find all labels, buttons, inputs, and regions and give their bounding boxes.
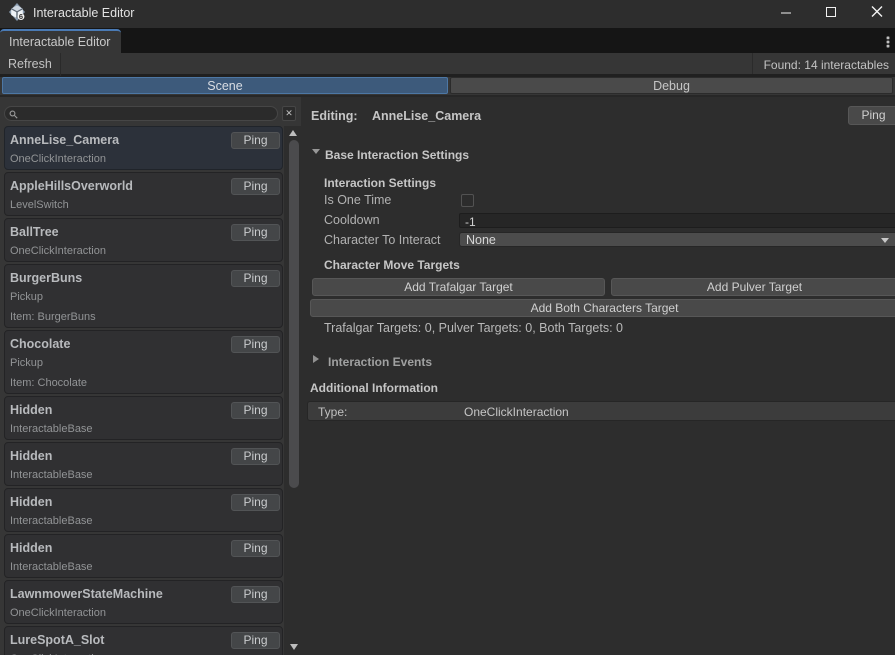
svg-text:6: 6 [19,12,23,21]
